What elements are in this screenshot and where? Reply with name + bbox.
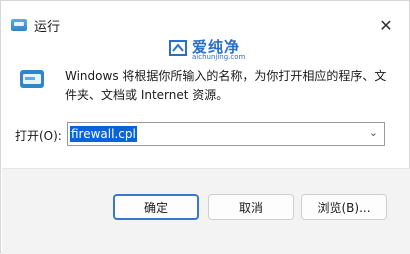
watermark: 爱纯净 aichunjing.com (167, 37, 267, 63)
run-dialog: 运行 ✕ 爱纯净 aichunjing.com Windows 将根据你所输入的… (0, 0, 410, 254)
open-combobox[interactable]: firewall.cpl ⌄ (67, 122, 385, 146)
run-icon (11, 19, 27, 31)
watermark-logo-icon (169, 40, 187, 56)
window-title: 运行 (34, 20, 61, 35)
ok-button[interactable]: 确定 (113, 194, 199, 220)
watermark-site: aichunjing.com (192, 53, 246, 61)
open-label: 打开(O): (15, 129, 62, 143)
close-button[interactable]: ✕ (371, 11, 401, 39)
browse-button[interactable]: 浏览(B)... (301, 194, 387, 220)
chevron-down-icon[interactable]: ⌄ (369, 126, 378, 139)
close-icon: ✕ (379, 15, 393, 35)
instructions-text: Windows 将根据你所输入的名称，为你打开相应的程序、文件夹、文档或 Int… (65, 69, 387, 102)
run-app-icon (20, 70, 44, 88)
cancel-button[interactable]: 取消 (208, 194, 294, 220)
open-input-value[interactable]: firewall.cpl (70, 126, 137, 142)
